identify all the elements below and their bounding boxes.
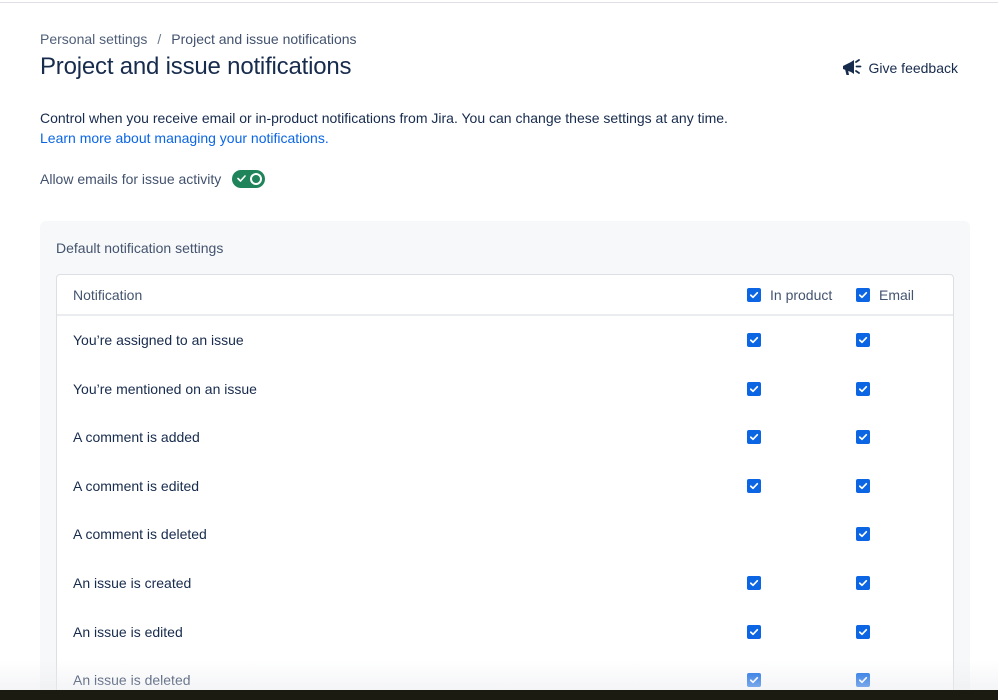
checkmark-icon — [858, 335, 868, 345]
email-checkbox[interactable] — [856, 625, 870, 639]
column-header-email-label: Email — [879, 287, 914, 303]
checkmark-icon — [749, 432, 759, 442]
checkmark-icon — [749, 481, 759, 491]
checkmark-icon — [749, 335, 759, 345]
notification-label: A comment is added — [73, 429, 200, 445]
table-row: A comment is deleted — [57, 511, 953, 560]
breadcrumb-personal-settings[interactable]: Personal settings — [40, 31, 147, 47]
notification-label: You’re assigned to an issue — [73, 332, 244, 348]
notification-label: A comment is deleted — [73, 526, 207, 542]
notification-label: An issue is edited — [73, 624, 183, 640]
checkmark-icon — [858, 529, 868, 539]
in-product-checkbox[interactable] — [747, 576, 761, 590]
checkmark-icon — [858, 627, 868, 637]
in-product-checkbox[interactable] — [747, 625, 761, 639]
table-row: An issue is edited — [57, 609, 953, 658]
bottom-edge — [0, 690, 998, 700]
email-checkbox[interactable] — [856, 430, 870, 444]
email-checkbox[interactable] — [856, 479, 870, 493]
breadcrumb: Personal settings / Project and issue no… — [40, 31, 357, 47]
checkmark-icon — [858, 290, 868, 300]
panel-title: Default notification settings — [56, 240, 223, 256]
notification-table: Notification In product Email You’re ass… — [56, 274, 954, 700]
in-product-checkbox[interactable] — [747, 333, 761, 347]
intro-text-block: Control when you receive email or in-pro… — [40, 108, 728, 148]
checkmark-icon — [749, 578, 759, 588]
checkmark-icon — [858, 675, 868, 685]
table-row: You’re assigned to an issue — [57, 317, 953, 366]
notification-label: An issue is created — [73, 575, 191, 591]
table-header: Notification In product Email — [57, 275, 953, 316]
breadcrumb-current-page[interactable]: Project and issue notifications — [171, 31, 356, 47]
checkmark-icon — [749, 290, 759, 300]
column-header-in-product-label: In product — [770, 287, 832, 303]
page-title: Project and issue notifications — [40, 53, 351, 81]
learn-more-link[interactable]: Learn more about managing your notificat… — [40, 128, 728, 148]
table-row: A comment is edited — [57, 463, 953, 512]
checkmark-icon — [858, 578, 868, 588]
checkmark-icon — [749, 627, 759, 637]
checkmark-icon — [858, 432, 868, 442]
notification-label: A comment is edited — [73, 478, 199, 494]
breadcrumb-separator: / — [157, 31, 161, 47]
email-checkbox[interactable] — [856, 527, 870, 541]
give-feedback-button[interactable]: Give feedback — [841, 56, 959, 80]
column-header-email: Email — [856, 287, 914, 303]
column-header-in-product: In product — [747, 287, 832, 303]
toggle-knob — [250, 173, 262, 185]
checkmark-icon — [858, 384, 868, 394]
allow-emails-toggle[interactable] — [232, 170, 265, 188]
notification-label: An issue is deleted — [73, 672, 191, 688]
in-product-checkbox[interactable] — [747, 479, 761, 493]
table-row: You’re mentioned on an issue — [57, 366, 953, 415]
give-feedback-label: Give feedback — [869, 60, 959, 76]
in-product-checkbox[interactable] — [747, 430, 761, 444]
checkmark-icon — [749, 384, 759, 394]
top-border — [0, 0, 998, 3]
checkmark-icon — [858, 481, 868, 491]
column-header-notification: Notification — [73, 287, 142, 303]
email-checkbox[interactable] — [856, 382, 870, 396]
in-product-checkbox[interactable] — [747, 673, 761, 687]
in-product-checkbox[interactable] — [747, 382, 761, 396]
select-all-email-checkbox[interactable] — [856, 288, 870, 302]
checkmark-icon — [749, 675, 759, 685]
table-row: An issue is created — [57, 560, 953, 609]
email-checkbox[interactable] — [856, 333, 870, 347]
notification-label: You’re mentioned on an issue — [73, 381, 257, 397]
default-notification-settings-panel: Default notification settings Notificati… — [40, 221, 970, 700]
table-row: A comment is added — [57, 414, 953, 463]
email-checkbox[interactable] — [856, 576, 870, 590]
select-all-in-product-checkbox[interactable] — [747, 288, 761, 302]
megaphone-icon — [841, 58, 863, 78]
check-icon — [236, 173, 247, 184]
intro-description: Control when you receive email or in-pro… — [40, 110, 728, 126]
email-toggle-row: Allow emails for issue activity — [40, 168, 265, 190]
email-toggle-label: Allow emails for issue activity — [40, 171, 221, 187]
email-checkbox[interactable] — [856, 673, 870, 687]
